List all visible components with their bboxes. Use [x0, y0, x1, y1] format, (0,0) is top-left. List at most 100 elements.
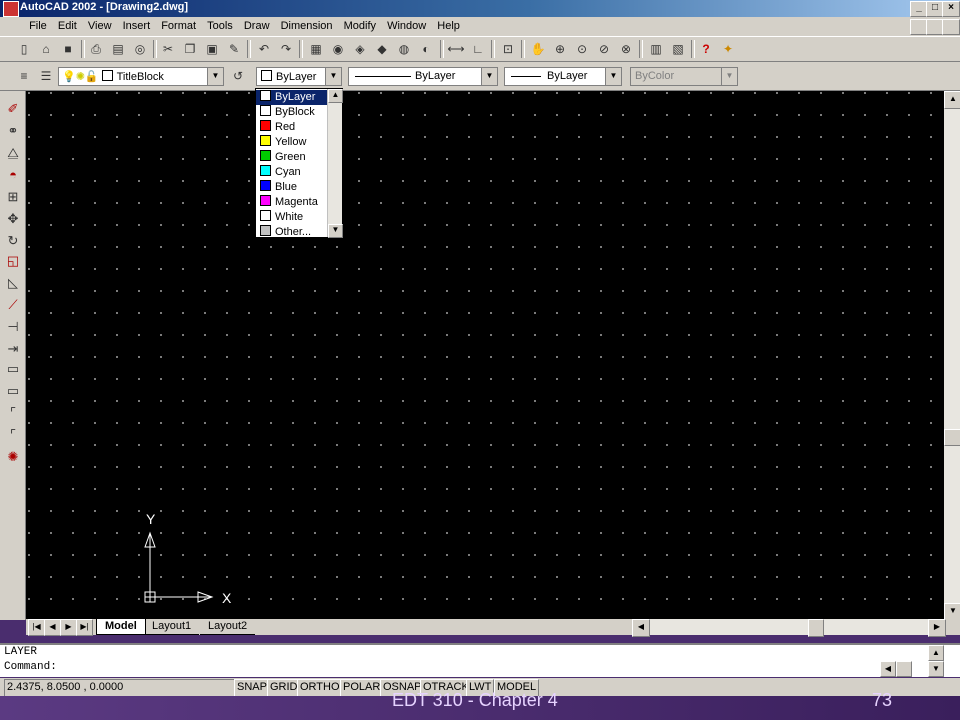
hscroll-thumb[interactable] — [808, 619, 824, 637]
color-option-byblock[interactable]: ByBlock — [256, 105, 332, 120]
new-icon[interactable]: ▯ — [14, 39, 34, 59]
layers-icon[interactable]: ☰ — [36, 66, 56, 86]
layer-previous-icon[interactable]: ↺ — [228, 66, 248, 86]
menu-edit[interactable]: Edit — [54, 17, 81, 36]
color-dropdown-list[interactable]: ByLayer ByBlock Red Yellow Green Cyan Blue Mage… — [255, 88, 343, 238]
match-properties-icon[interactable]: ✎ — [224, 39, 244, 59]
distance-icon[interactable]: ⟷ — [446, 39, 466, 59]
color-option-white[interactable]: White — [256, 210, 332, 225]
object-snap-icon[interactable]: ◆ — [372, 39, 392, 59]
make-layer-current-icon[interactable]: ≡ — [14, 66, 34, 86]
dropdown-scroll-up-icon[interactable]: ▲ — [328, 89, 343, 103]
cmd-hscroll-thumb[interactable] — [896, 661, 912, 677]
print-preview-icon[interactable]: ▤ — [108, 39, 128, 59]
web-browser-icon[interactable]: ◉ — [328, 39, 348, 59]
command-window[interactable]: LAYER Command: ▲ ▼ ◀ — [0, 643, 960, 677]
tab-layout1[interactable]: Layout1 — [144, 619, 200, 635]
fillet-icon[interactable]: ⌜ — [3, 425, 23, 445]
menu-tools[interactable]: Tools — [203, 17, 237, 36]
redo-icon[interactable]: ↷ — [276, 39, 296, 59]
stretch-icon[interactable]: ◺ — [3, 273, 23, 293]
zoom-realtime-icon[interactable]: ⊕ — [550, 39, 570, 59]
color-option-cyan[interactable]: Cyan — [256, 165, 332, 180]
chevron-down-icon[interactable]: ▼ — [605, 68, 621, 85]
save-icon[interactable]: ■ — [58, 39, 78, 59]
today-icon[interactable]: ✦ — [718, 39, 738, 59]
cmd-scroll-down-icon[interactable]: ▼ — [928, 661, 944, 677]
cmd-hscroll-left-icon[interactable]: ◀ — [880, 661, 896, 677]
color-option-red[interactable]: Red — [256, 120, 332, 135]
copy-object-icon[interactable]: ⚭ — [3, 121, 23, 141]
break-icon[interactable]: ▭ — [3, 359, 23, 379]
dropdown-scroll-down-icon[interactable]: ▼ — [328, 224, 343, 238]
scroll-up-icon[interactable]: ▲ — [944, 91, 960, 109]
grid-toggle[interactable]: GRID — [267, 679, 301, 697]
undo-icon[interactable]: ↶ — [254, 39, 274, 59]
doc-close-button[interactable] — [942, 19, 960, 35]
chevron-down-icon[interactable]: ▼ — [325, 68, 341, 85]
scroll-thumb[interactable] — [944, 429, 960, 446]
menu-help[interactable]: Help — [433, 17, 464, 36]
menu-file[interactable]: File — [25, 17, 51, 36]
color-option-other[interactable]: Other... — [256, 225, 332, 240]
zoom-extents-icon[interactable]: ⊗ — [616, 39, 636, 59]
chevron-down-icon[interactable]: ▼ — [481, 68, 497, 85]
snap-toggle[interactable]: SNAP — [234, 679, 270, 697]
rotate-icon[interactable]: ↻ — [3, 231, 23, 251]
erase-icon[interactable]: ✐ — [3, 99, 23, 119]
vertical-scrollbar[interactable]: ▲ ▼ — [944, 91, 960, 621]
lineweight-control-dropdown[interactable]: ByLayer ▼ — [504, 67, 622, 86]
ucs-icon[interactable]: ◍ — [394, 39, 414, 59]
offset-icon[interactable]: ◓ — [3, 165, 23, 185]
redraw-icon[interactable]: ⊡ — [498, 39, 518, 59]
trim-icon[interactable]: ⊣ — [3, 317, 23, 337]
autocad-app-icon[interactable] — [3, 1, 19, 17]
print-icon[interactable]: ⎙ — [86, 39, 106, 59]
mirror-icon[interactable]: ⧋ — [3, 143, 23, 163]
explode-icon[interactable]: ✺ — [3, 447, 23, 467]
extend-icon[interactable]: ⇥ — [3, 339, 23, 359]
menu-window[interactable]: Window — [383, 17, 430, 36]
help-icon[interactable]: ? — [696, 39, 716, 59]
first-tab-icon[interactable]: |◀ — [28, 619, 45, 636]
close-button[interactable]: × — [942, 1, 960, 17]
color-option-magenta[interactable]: Magenta — [256, 195, 332, 210]
adcenter-icon[interactable]: ▧ — [668, 39, 688, 59]
menu-format[interactable]: Format — [157, 17, 200, 36]
menu-dimension[interactable]: Dimension — [277, 17, 337, 36]
color-control-dropdown[interactable]: ByLayer ▼ — [256, 67, 342, 86]
menu-view[interactable]: View — [84, 17, 116, 36]
break-at-point-icon[interactable]: ▭ — [3, 381, 23, 401]
color-option-blue[interactable]: Blue — [256, 180, 332, 195]
command-prompt[interactable]: Command: — [4, 661, 57, 673]
chevron-down-icon[interactable]: ▼ — [207, 68, 223, 85]
lengthen-icon[interactable]: ⟋ — [3, 295, 23, 315]
zoom-previous-icon[interactable]: ⊘ — [594, 39, 614, 59]
design-center-icon[interactable]: ▦ — [306, 39, 326, 59]
named-views-icon[interactable]: ◐ — [416, 39, 436, 59]
properties-icon[interactable]: ▥ — [646, 39, 666, 59]
array-icon[interactable]: ⊞ — [3, 187, 23, 207]
hyperlink-icon[interactable]: ◈ — [350, 39, 370, 59]
menu-insert[interactable]: Insert — [119, 17, 155, 36]
prev-tab-icon[interactable]: ◀ — [44, 619, 61, 636]
horizontal-scrollbar[interactable]: ◀ ▶ — [632, 619, 946, 637]
zoom-window-icon[interactable]: ⊙ — [572, 39, 592, 59]
color-option-green[interactable]: Green — [256, 150, 332, 165]
scale-icon[interactable]: ◱ — [3, 251, 23, 271]
find-icon[interactable]: ◎ — [130, 39, 150, 59]
next-tab-icon[interactable]: ▶ — [60, 619, 77, 636]
open-icon[interactable]: ⌂ — [36, 39, 56, 59]
menu-modify[interactable]: Modify — [340, 17, 380, 36]
pan-icon[interactable]: ✋ — [528, 39, 548, 59]
tab-model[interactable]: Model — [96, 619, 146, 635]
color-option-yellow[interactable]: Yellow — [256, 135, 332, 150]
last-tab-icon[interactable]: ▶| — [76, 619, 93, 636]
layer-dropdown[interactable]: 💡✺🔓 TitleBlock ▼ — [58, 67, 224, 86]
color-option-bylayer[interactable]: ByLayer — [256, 90, 332, 105]
polar-toggle[interactable]: POLAR — [340, 679, 384, 697]
tab-layout2[interactable]: Layout2 — [200, 619, 256, 635]
ortho-toggle[interactable]: ORTHO — [297, 679, 343, 697]
cut-icon[interactable]: ✂ — [158, 39, 178, 59]
move-icon[interactable]: ✥ — [3, 209, 23, 229]
